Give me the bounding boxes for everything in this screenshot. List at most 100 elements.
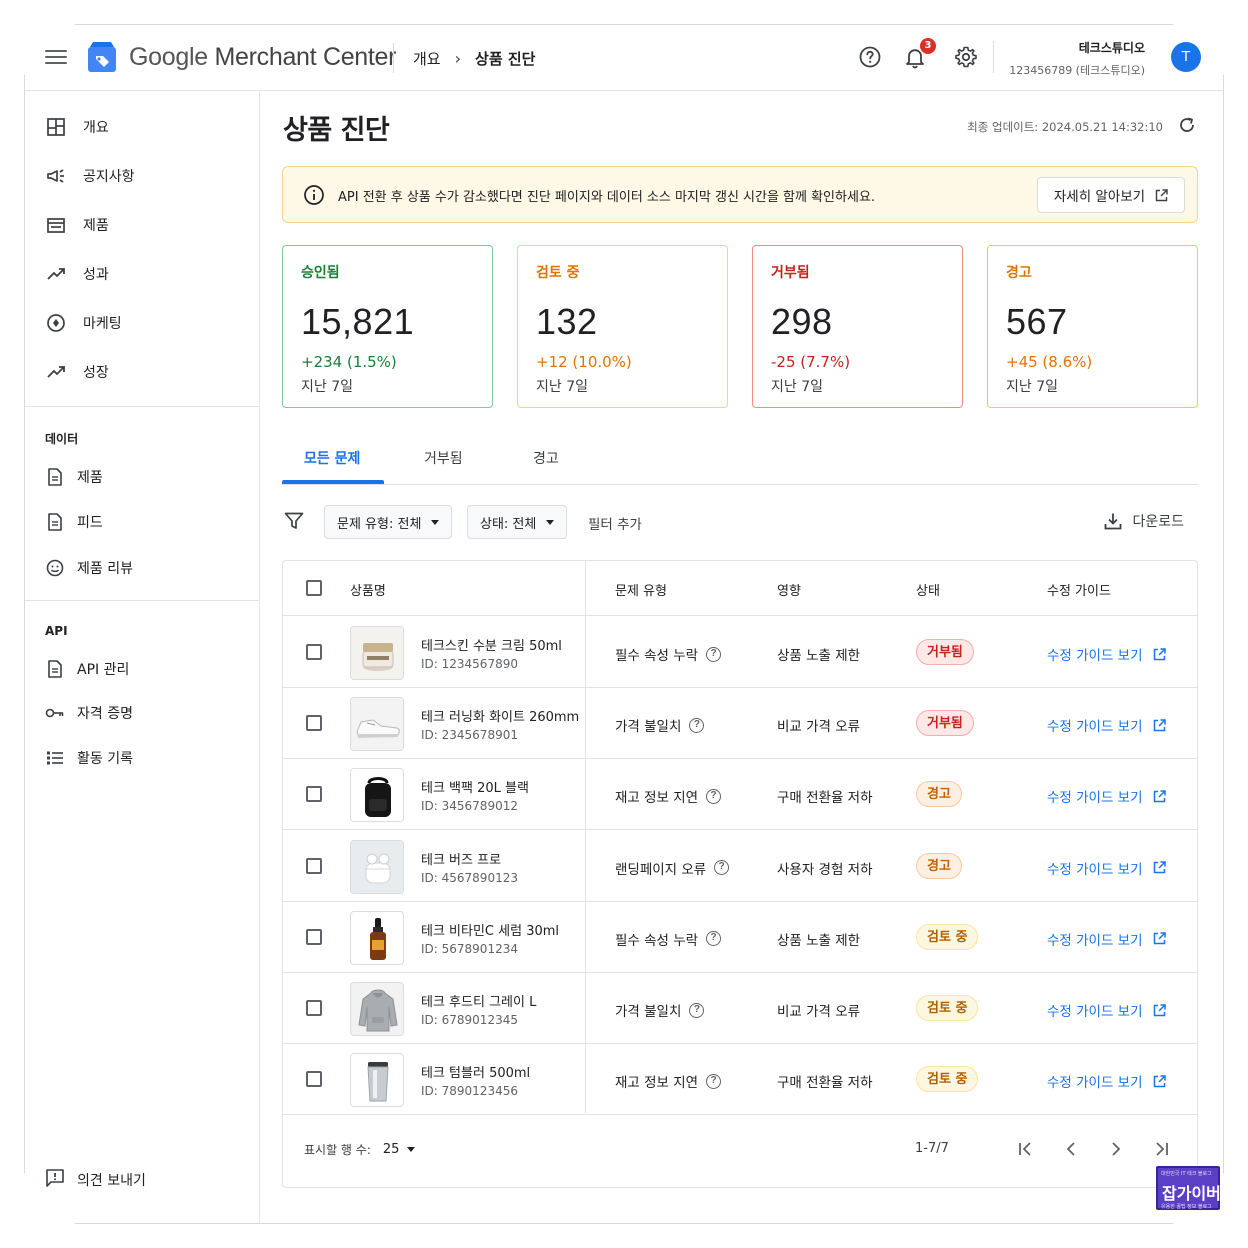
row-checkbox[interactable] <box>306 857 322 874</box>
product-name[interactable]: 테크스킨 수분 크림 50ml <box>421 635 562 654</box>
row-checkbox[interactable] <box>306 928 322 945</box>
help-icon[interactable]: ? <box>689 717 705 733</box>
column-header-product[interactable]: 상품명 <box>350 580 386 599</box>
watermark-title: 잡가이버 <box>1162 1184 1221 1203</box>
fix-guide-link[interactable]: 수정 가이드 보기 <box>1047 644 1166 664</box>
product-name[interactable]: 테크 백팩 20L 블랙 <box>421 777 529 796</box>
rows-per-page: 표시할 행 수: 25 <box>304 1141 416 1158</box>
breadcrumb-overview[interactable]: 개요 <box>413 48 441 69</box>
external-link-icon <box>1155 188 1168 201</box>
refresh-icon[interactable] <box>1177 115 1197 135</box>
product-name[interactable]: 테크 러닝화 화이트 260mm <box>421 706 579 725</box>
help-icon[interactable]: ? <box>706 646 722 662</box>
watermark-tagline-bottom: 유용한 꿀팁 정보 블로그 <box>1161 1204 1212 1210</box>
table-row[interactable]: 테크 비타민C 세럼 30ml ID: 5678901234 필수 속성 누락? 상품… <box>283 902 1197 973</box>
sidebar-item-label: 개요 <box>83 120 109 136</box>
first-page-icon[interactable] <box>1015 1138 1037 1160</box>
select-all-checkbox[interactable] <box>306 580 322 596</box>
learn-more-button[interactable]: 자세히 알아보기 <box>1037 177 1185 213</box>
sidebar-item-product-reviews[interactable]: 제품 리뷰 <box>45 554 133 582</box>
table-row[interactable]: 테크 백팩 20L 블랙 ID: 3456789012 재고 정보 지연? 구매 전환… <box>283 759 1197 831</box>
product-name[interactable]: 테크 후드티 그레이 L <box>421 991 536 1010</box>
tab-warning[interactable]: 경고 <box>533 448 559 468</box>
column-header-status[interactable]: 상태 <box>916 580 940 599</box>
product-name[interactable]: 테크 비타민C 세럼 30ml <box>421 920 559 939</box>
help-icon[interactable]: ? <box>706 1073 722 1089</box>
issue-type-label: 필수 속성 누락 <box>615 932 699 949</box>
tab-all-issues[interactable]: 모든 문제 <box>304 448 360 468</box>
fix-guide-link[interactable]: 수정 가이드 보기 <box>1047 858 1166 878</box>
account-switcher[interactable]: 테크스튜디오 123456789 (테크스튜디오) <box>1009 39 1145 78</box>
sidebar-item-label: 제품 리뷰 <box>77 561 133 577</box>
stat-card-rejected[interactable]: 거부됨 298 -25 (7.7%) 지난 7일 <box>752 245 963 408</box>
chevron-down-icon <box>431 519 440 525</box>
previous-page-icon[interactable] <box>1060 1138 1082 1160</box>
issue-type-label: 필수 속성 누락 <box>615 648 699 664</box>
table-row[interactable]: 테크스킨 수분 크림 50ml ID: 1234567890 필수 속성 누락? 상품… <box>283 617 1197 688</box>
status-filter[interactable]: 상태: 전체 <box>467 505 568 539</box>
feedback-label: 의견 보내기 <box>77 1173 146 1189</box>
row-checkbox[interactable] <box>306 1071 322 1088</box>
table-row[interactable]: 테크 러닝화 화이트 260mm ID: 2345678901 가격 불일치? 비교 … <box>283 688 1197 760</box>
add-filter-button[interactable]: 필터 추가 <box>588 513 642 533</box>
product-name[interactable]: 테크 버즈 프로 <box>421 849 501 868</box>
avatar[interactable]: T <box>1171 42 1201 72</box>
marketing-icon <box>45 312 67 334</box>
dashboard-icon <box>45 116 67 138</box>
fix-guide-link[interactable]: 수정 가이드 보기 <box>1047 1071 1166 1091</box>
row-checkbox[interactable] <box>306 1000 322 1016</box>
column-header-fix-guide[interactable]: 수정 가이드 <box>1047 580 1111 599</box>
sidebar-item-growth[interactable]: 성장 <box>45 357 109 387</box>
rows-per-page-select[interactable]: 25 <box>383 1142 416 1157</box>
send-feedback-button[interactable]: 의견 보내기 <box>45 1168 146 1192</box>
last-page-icon[interactable] <box>1150 1138 1172 1160</box>
fix-guide-link[interactable]: 수정 가이드 보기 <box>1047 929 1166 949</box>
sidebar-item-announcements[interactable]: 공지사항 <box>45 161 135 191</box>
column-header-issue-type[interactable]: 문제 유형 <box>615 580 667 599</box>
stat-card-in-review[interactable]: 검토 중 132 +12 (10.0%) 지난 7일 <box>517 245 728 408</box>
sidebar-item-performance[interactable]: 성과 <box>45 259 109 289</box>
next-page-icon[interactable] <box>1105 1138 1127 1160</box>
card-value: 567 <box>1006 301 1068 342</box>
filter-icon[interactable] <box>284 512 304 530</box>
product-thumbnail <box>350 626 404 680</box>
active-tab-indicator <box>282 480 384 484</box>
table-row[interactable]: 테크 버즈 프로 ID: 4567890123 랜딩페이지 오류? 사용자 경험 저하… <box>283 831 1197 902</box>
sidebar-item-data-products[interactable]: 제품 <box>45 463 103 491</box>
card-label: 경고 <box>1006 265 1032 281</box>
sidebar-item-feeds[interactable]: 피드 <box>45 508 103 536</box>
row-checkbox[interactable] <box>306 786 322 803</box>
table-row[interactable]: 테크 텀블러 500ml ID: 7890123456 재고 정보 지연? 구매 전환… <box>283 1044 1197 1116</box>
fix-guide-link[interactable]: 수정 가이드 보기 <box>1047 1000 1166 1020</box>
issue-type-filter[interactable]: 문제 유형: 전체 <box>324 505 453 539</box>
sidebar-item-marketing[interactable]: 마케팅 <box>45 308 122 338</box>
help-icon[interactable]: ? <box>689 1002 705 1018</box>
sidebar-item-overview[interactable]: 개요 <box>45 112 109 142</box>
help-icon[interactable] <box>858 45 882 69</box>
sidebar-item-api-management[interactable]: API 관리 <box>45 655 129 683</box>
stat-card-warning[interactable]: 경고 567 +45 (8.6%) 지난 7일 <box>987 245 1198 408</box>
document-icon <box>45 467 65 487</box>
gear-icon[interactable] <box>954 45 978 69</box>
sidebar-item-products[interactable]: 제품 <box>45 210 109 240</box>
row-checkbox[interactable] <box>306 715 322 732</box>
stat-card-approved[interactable]: 승인됨 15,821 +234 (1.5%) 지난 7일 <box>282 245 493 408</box>
tab-rejected[interactable]: 거부됨 <box>424 448 463 468</box>
fix-guide-link[interactable]: 수정 가이드 보기 <box>1047 715 1166 735</box>
table-row[interactable]: 테크 후드티 그레이 L ID: 6789012345 가격 불일치? 비교 가격 오… <box>283 973 1197 1044</box>
product-name[interactable]: 테크 텀블러 500ml <box>421 1062 530 1081</box>
help-icon[interactable]: ? <box>714 860 730 876</box>
column-header-impact[interactable]: 영향 <box>777 580 801 599</box>
sidebar-item-activity-log[interactable]: 활동 기록 <box>45 744 133 772</box>
row-checkbox[interactable] <box>306 644 322 660</box>
issue-type-label: 가격 불일치 <box>615 719 682 736</box>
info-icon <box>304 185 324 205</box>
menu-icon[interactable] <box>45 47 67 67</box>
help-icon[interactable]: ? <box>706 931 722 947</box>
fix-guide-link[interactable]: 수정 가이드 보기 <box>1047 786 1166 806</box>
issues-table: 상품명 문제 유형 영향 상태 수정 가이드 테크스킨 수분 크림 50ml ID… <box>282 560 1198 1188</box>
help-icon[interactable]: ? <box>706 788 722 804</box>
merchant-center-logo[interactable] <box>87 41 117 73</box>
sidebar-item-credentials[interactable]: 자격 증명 <box>45 699 133 727</box>
download-button[interactable]: 다운로드 <box>1104 511 1184 531</box>
